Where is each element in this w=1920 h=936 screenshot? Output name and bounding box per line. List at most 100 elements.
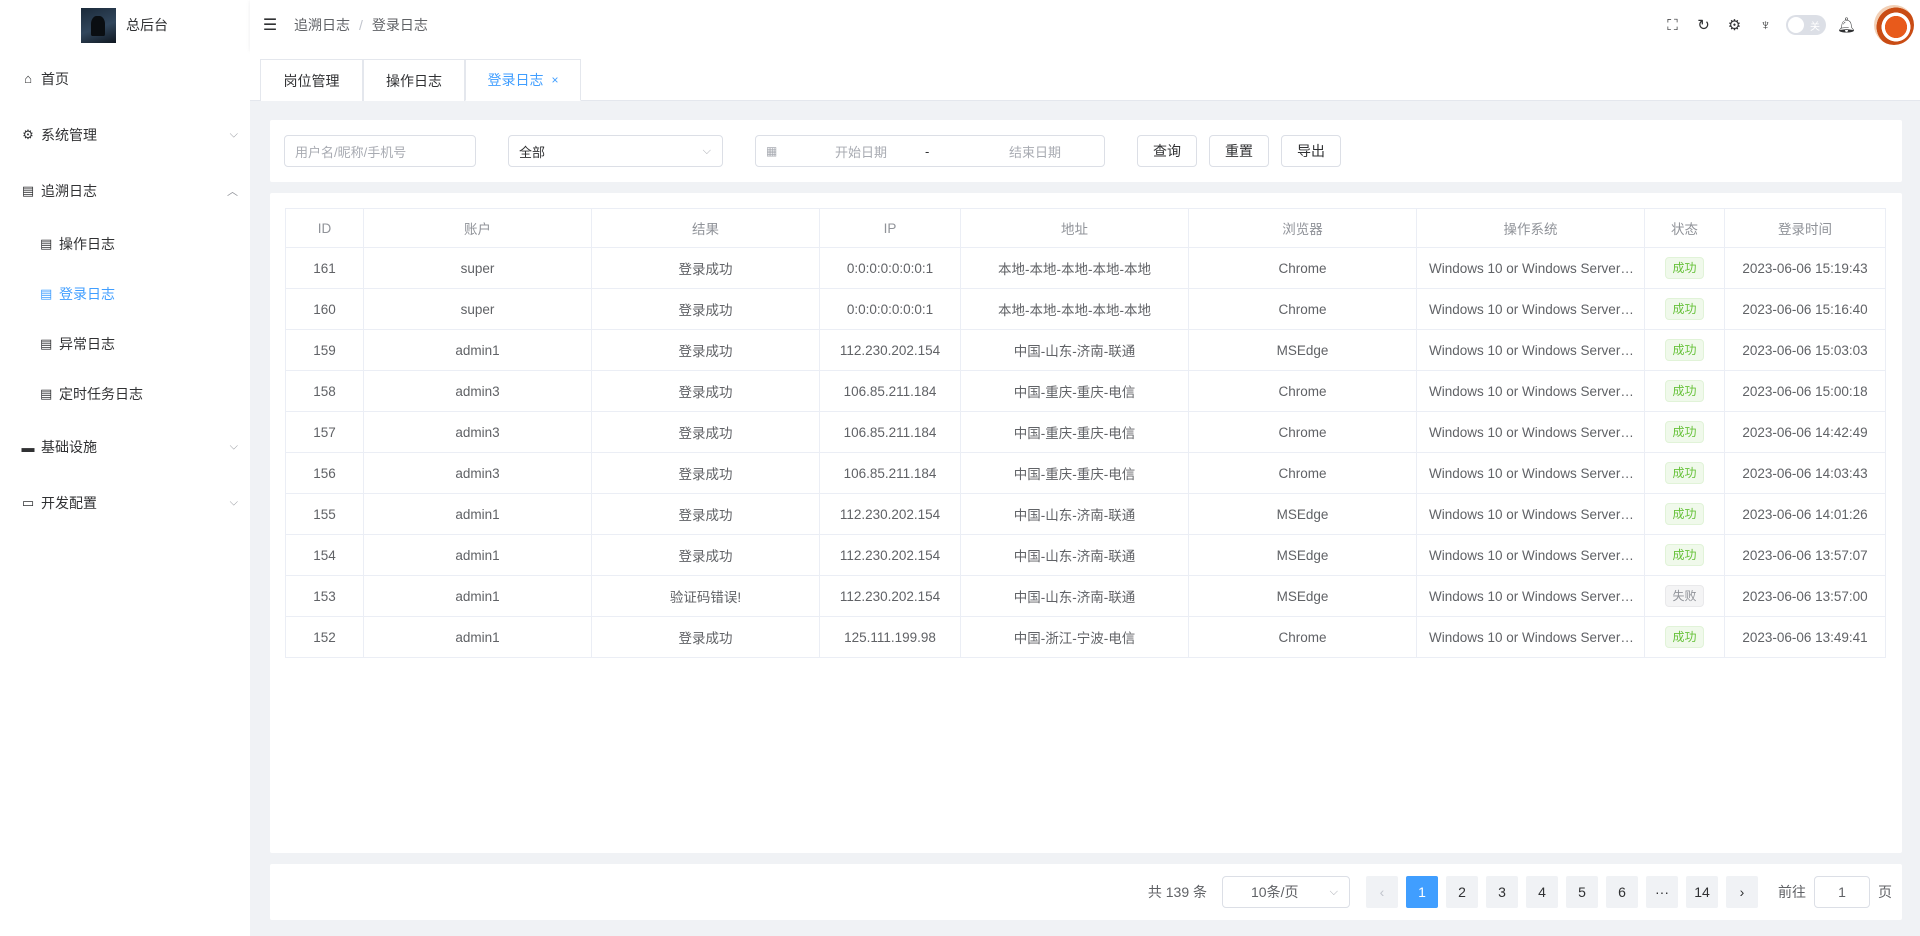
- logo[interactable]: 总后台: [0, 0, 250, 50]
- cell-login-time: 2023-06-06 14:42:49: [1724, 411, 1886, 453]
- pagination-card: 共 139 条 10条/页 ⌵ ‹ 1 2 3 4 5 6 ··· 14 › 前往 1 页: [270, 864, 1902, 920]
- logo-image: [81, 7, 116, 43]
- chevron-up-icon: ︿: [227, 186, 238, 198]
- settings-icon[interactable]: ⚙: [1719, 16, 1750, 34]
- sidebar-item-dev-config[interactable]: ▭ 开发配置 ⌵: [0, 475, 250, 531]
- monitor-icon: ▭: [21, 495, 35, 510]
- table-row[interactable]: 159 admin1 登录成功 112.230.202.154 中国-山东-济南-联通 M…: [285, 329, 1886, 371]
- goto-page-input[interactable]: 1: [1814, 876, 1870, 908]
- fullscreen-icon[interactable]: ⛶: [1657, 17, 1688, 34]
- page-number-button[interactable]: 2: [1446, 876, 1478, 908]
- table-row[interactable]: 160 super 登录成功 0:0:0:0:0:0:0:1 本地-本地-本地-本地-本…: [285, 288, 1886, 330]
- cell-account: admin1: [363, 493, 592, 535]
- column-header[interactable]: IP: [819, 208, 961, 248]
- cell-login-time: 2023-06-06 15:16:40: [1724, 288, 1886, 330]
- cell-ip: 0:0:0:0:0:0:0:1: [819, 288, 961, 330]
- table-row[interactable]: 158 admin3 登录成功 106.85.211.184 中国-重庆-重庆-电信 Ch…: [285, 370, 1886, 412]
- table-row[interactable]: 152 admin1 登录成功 125.111.199.98 中国-浙江-宁波-电信 Ch…: [285, 616, 1886, 658]
- close-icon[interactable]: ×: [551, 73, 558, 87]
- status-badge: 成功: [1665, 380, 1704, 402]
- column-header[interactable]: 浏览器: [1188, 208, 1417, 248]
- table-row[interactable]: 161 super 登录成功 0:0:0:0:0:0:0:1 本地-本地-本地-本地-本…: [285, 247, 1886, 289]
- sidebar-item-label: 登录日志: [59, 286, 115, 302]
- cell-address: 中国-浙江-宁波-电信: [960, 616, 1189, 658]
- column-header[interactable]: ID: [285, 208, 364, 248]
- page-size-select[interactable]: 10条/页 ⌵: [1222, 876, 1350, 908]
- sidebar: 总后台 ⌂ 首页 ⚙ 系统管理 ⌵ ▤ 追溯日志 ︿ ▤ 操作日志 ▤ 登录日志…: [0, 0, 250, 936]
- end-date-input[interactable]: 结束日期: [990, 142, 1080, 161]
- chevron-down-icon: ⌵: [702, 144, 711, 157]
- table-row[interactable]: 155 admin1 登录成功 112.230.202.154 中国-山东-济南-联通 M…: [285, 493, 1886, 535]
- page-number-button[interactable]: 3: [1486, 876, 1518, 908]
- cell-id: 156: [285, 452, 364, 494]
- tab-login-log[interactable]: 登录日志 ×: [465, 59, 581, 101]
- sidebar-subitem-job-log[interactable]: ▤ 定时任务日志: [0, 369, 250, 419]
- column-header[interactable]: 登录时间: [1724, 208, 1886, 248]
- user-search-input[interactable]: 用户名/昵称/手机号: [284, 135, 476, 167]
- prev-page-button[interactable]: ‹: [1366, 876, 1398, 908]
- status-select[interactable]: 全部 ⌵: [508, 135, 723, 167]
- broom-icon[interactable]: ♆: [1750, 17, 1781, 34]
- cell-id: 155: [285, 493, 364, 535]
- page-number-button[interactable]: 6: [1606, 876, 1638, 908]
- sidebar-menu: ⌂ 首页 ⚙ 系统管理 ⌵ ▤ 追溯日志 ︿ ▤ 操作日志 ▤ 登录日志 ▤ 异…: [0, 50, 250, 531]
- page-number-button[interactable]: 14: [1686, 876, 1718, 908]
- sidebar-item-system[interactable]: ⚙ 系统管理 ⌵: [0, 107, 250, 163]
- cell-id: 161: [285, 247, 364, 289]
- breadcrumb-current: 登录日志: [371, 17, 428, 33]
- cell-browser: Chrome: [1188, 616, 1417, 658]
- page-number-button[interactable]: 1: [1406, 876, 1438, 908]
- column-header[interactable]: 账户: [363, 208, 592, 248]
- cell-account: admin3: [363, 452, 592, 494]
- table-row[interactable]: 157 admin3 登录成功 106.85.211.184 中国-重庆-重庆-电信 Ch…: [285, 411, 1886, 453]
- sidebar-subitem-login-log[interactable]: ▤ 登录日志: [0, 269, 250, 319]
- cell-login-time: 2023-06-06 15:19:43: [1724, 247, 1886, 289]
- avatar[interactable]: [1874, 5, 1914, 45]
- menu-collapse-icon[interactable]: ☰: [260, 15, 280, 35]
- cell-result: 登录成功: [591, 493, 820, 535]
- tab-label: 操作日志: [386, 72, 442, 89]
- tab-operation-log[interactable]: 操作日志: [363, 59, 465, 101]
- status-badge: 成功: [1665, 462, 1704, 484]
- date-range-picker[interactable]: ▦ 开始日期 - 结束日期: [755, 135, 1105, 167]
- cell-ip: 112.230.202.154: [819, 575, 961, 617]
- bell-icon[interactable]: 🔔︎: [1831, 16, 1862, 34]
- cell-id: 159: [285, 329, 364, 371]
- tab-post-management[interactable]: 岗位管理: [260, 59, 363, 101]
- reset-button[interactable]: 重置: [1209, 135, 1269, 167]
- sidebar-item-infrastructure[interactable]: ▬ 基础设施 ⌵: [0, 419, 250, 475]
- column-header[interactable]: 结果: [591, 208, 820, 248]
- next-page-button[interactable]: ›: [1726, 876, 1758, 908]
- start-date-input[interactable]: 开始日期: [816, 142, 906, 161]
- cell-browser: MSEdge: [1188, 493, 1417, 535]
- page-number-button[interactable]: 5: [1566, 876, 1598, 908]
- cell-browser: Chrome: [1188, 411, 1417, 453]
- query-button[interactable]: 查询: [1137, 135, 1197, 167]
- theme-toggle[interactable]: 关: [1786, 15, 1826, 35]
- status-badge: 失败: [1665, 585, 1704, 607]
- table-row[interactable]: 156 admin3 登录成功 106.85.211.184 中国-重庆-重庆-电信 Ch…: [285, 452, 1886, 494]
- cell-os: Windows 10 or Windows Server 2016: [1416, 575, 1645, 617]
- sidebar-subitem-exception-log[interactable]: ▤ 异常日志: [0, 319, 250, 369]
- export-button[interactable]: 导出: [1281, 135, 1341, 167]
- column-header[interactable]: 地址: [960, 208, 1189, 248]
- table-row[interactable]: 153 admin1 验证码错误! 112.230.202.154 中国-山东-济南-联…: [285, 575, 1886, 617]
- column-header[interactable]: 状态: [1644, 208, 1725, 248]
- cell-result: 登录成功: [591, 247, 820, 289]
- breadcrumb-item[interactable]: 追溯日志: [294, 15, 350, 35]
- status-badge: 成功: [1665, 298, 1704, 320]
- cell-os: Windows 10 or Windows Server 2016: [1416, 534, 1645, 576]
- page-number-button[interactable]: 4: [1526, 876, 1558, 908]
- cell-status: 成功: [1644, 452, 1725, 494]
- sidebar-item-trace-log[interactable]: ▤ 追溯日志 ︿: [0, 163, 250, 219]
- sidebar-item-home[interactable]: ⌂ 首页: [0, 50, 250, 107]
- chevron-down-icon: ⌵: [229, 440, 238, 453]
- refresh-icon[interactable]: ↻: [1688, 16, 1719, 34]
- column-header[interactable]: 操作系统: [1416, 208, 1645, 248]
- sidebar-subitem-operation-log[interactable]: ▤ 操作日志: [0, 219, 250, 269]
- cell-status: 成功: [1644, 616, 1725, 658]
- cell-browser: Chrome: [1188, 288, 1417, 330]
- cell-address: 中国-山东-济南-联通: [960, 575, 1189, 617]
- more-pages-button[interactable]: ···: [1646, 876, 1678, 908]
- table-row[interactable]: 154 admin1 登录成功 112.230.202.154 中国-山东-济南-联通 M…: [285, 534, 1886, 576]
